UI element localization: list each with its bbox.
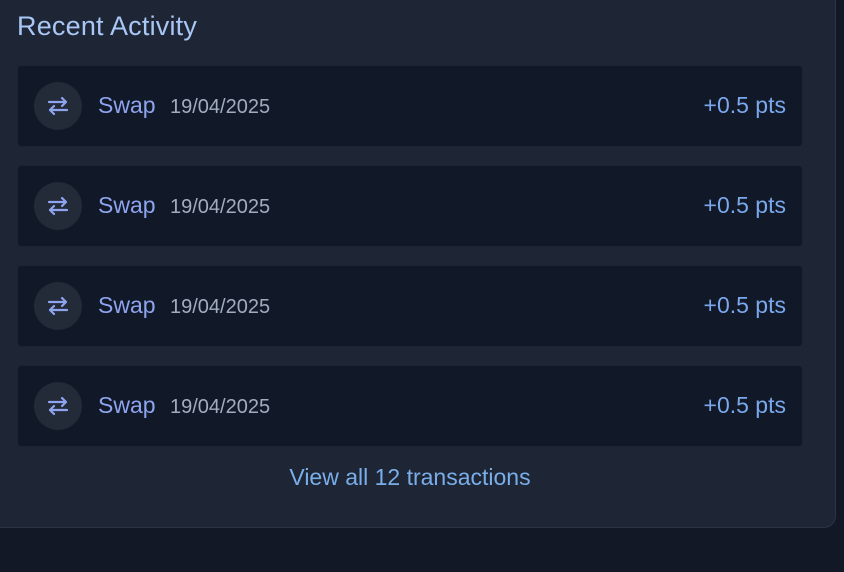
transaction-type: Swap [98,292,156,318]
transaction-points: +0.5 pts [703,92,786,118]
transaction-row[interactable]: Swap 19/04/2025 +0.5 pts [17,365,803,447]
transaction-date: 19/04/2025 [170,96,271,118]
transaction-row[interactable]: Swap 19/04/2025 +0.5 pts [17,265,803,347]
transaction-date: 19/04/2025 [170,396,271,418]
transaction-date: 19/04/2025 [170,296,271,318]
transaction-row[interactable]: Swap 19/04/2025 +0.5 pts [17,165,803,247]
transaction-points: +0.5 pts [703,292,786,318]
swap-arrows-icon [34,182,82,230]
transaction-points: +0.5 pts [703,392,786,418]
transaction-points: +0.5 pts [703,192,786,218]
transaction-date: 19/04/2025 [170,196,271,218]
section-title: Recent Activity [17,11,198,41]
swap-arrows-icon [34,382,82,430]
transaction-row[interactable]: Swap 19/04/2025 +0.5 pts [17,65,803,147]
transaction-list: Swap 19/04/2025 +0.5 pts Swap 19/04/2025… [17,65,803,465]
transaction-type: Swap [98,192,156,218]
transaction-type: Swap [98,92,156,118]
view-all-transactions-link[interactable]: View all 12 transactions [17,464,803,491]
swap-arrows-icon [34,282,82,330]
swap-arrows-icon [34,82,82,130]
transaction-type: Swap [98,392,156,418]
